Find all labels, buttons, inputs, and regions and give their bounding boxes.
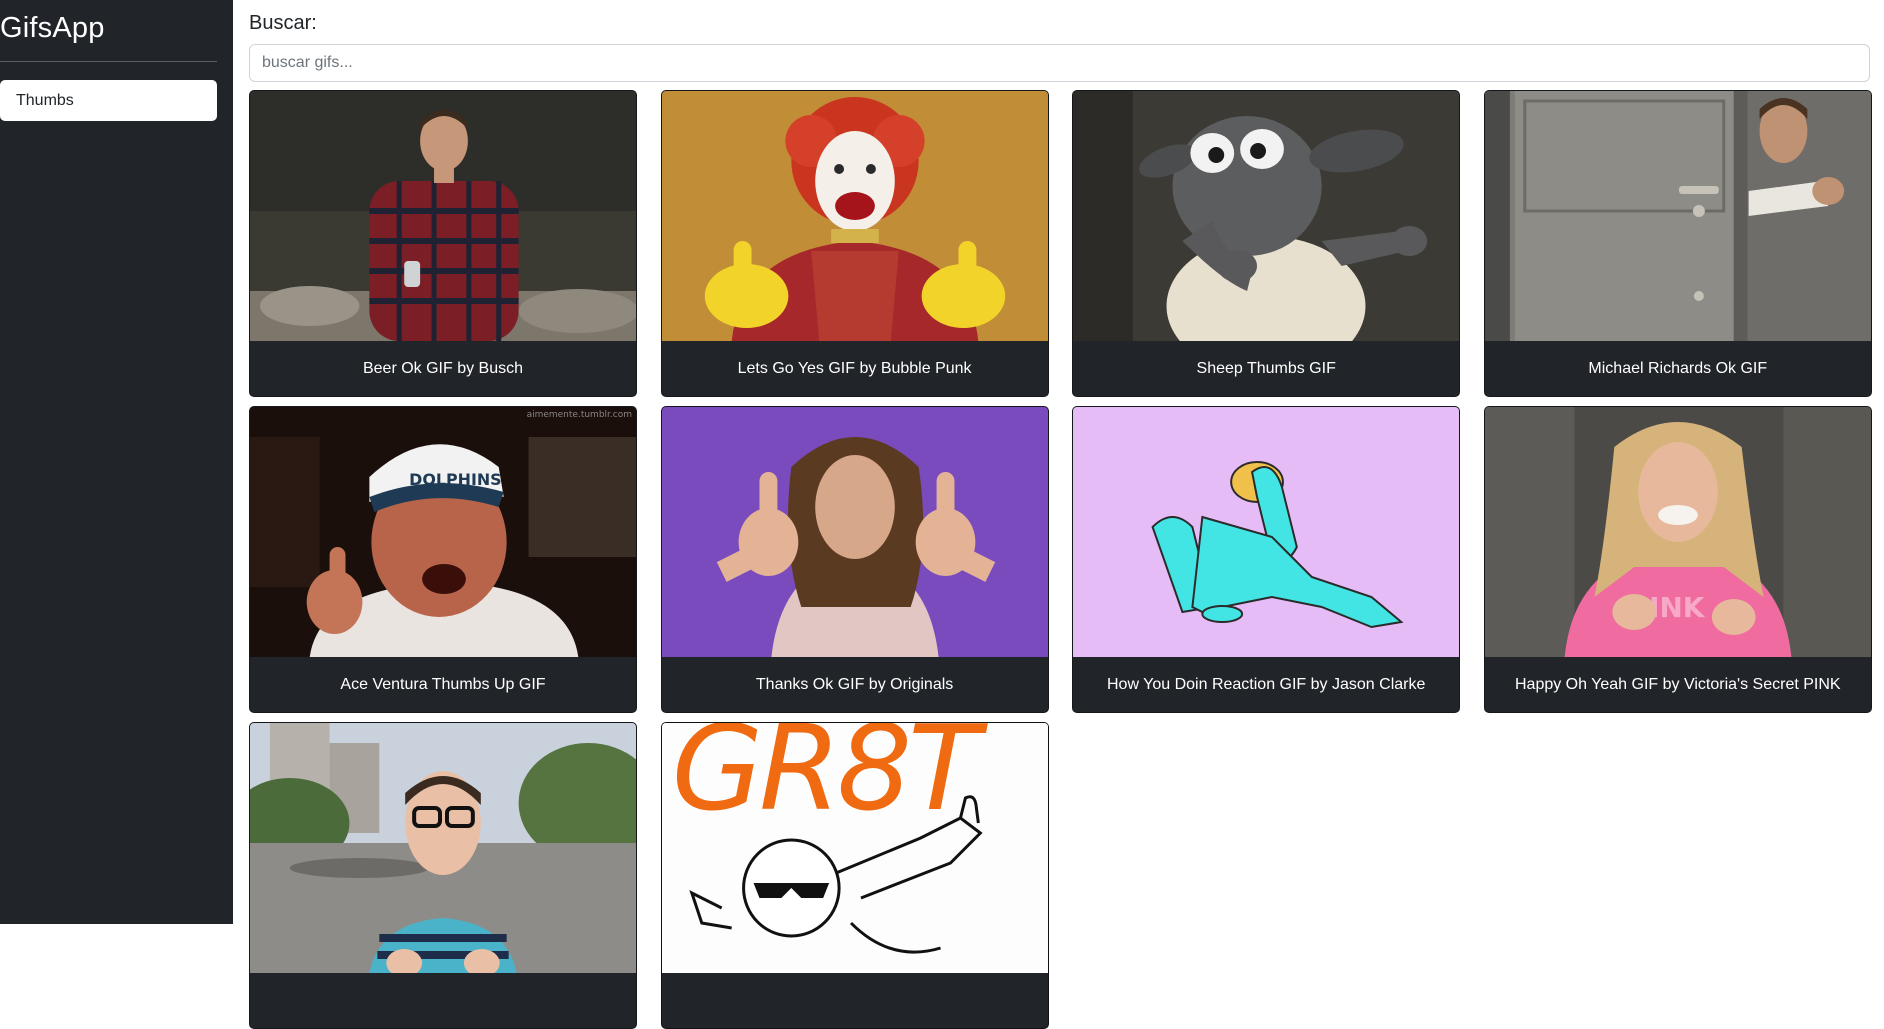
- gif-title: Beer Ok GIF by Busch: [362, 359, 524, 377]
- gif-card[interactable]: Lets Go Yes GIF by Bubble Punk: [660, 90, 1049, 397]
- gif-title: Lets Go Yes GIF by Bubble Punk: [737, 359, 972, 377]
- sidebar-item-thumbs[interactable]: Thumbs: [0, 80, 217, 121]
- gif-grid: Beer Ok GIF by Busch Lets Go Yes GIF by …: [249, 90, 1872, 1029]
- gif-title: [250, 973, 636, 1028]
- gif-card[interactable]: Michael Richards Ok GIF: [1483, 90, 1872, 397]
- gif-card[interactable]: Sheep Thumbs GIF: [1072, 90, 1461, 397]
- gif-image: GR8T: [661, 722, 1048, 973]
- main-content: Buscar: Beer: [249, 0, 1872, 1029]
- gif-watermark: aimemente.tumblr.com: [526, 410, 632, 420]
- gif-title: Sheep Thumbs GIF: [1196, 359, 1336, 377]
- sidebar-divider: [0, 61, 217, 62]
- gif-image: [1484, 91, 1871, 341]
- gif-image: [250, 723, 636, 973]
- gif-image: INK: [1484, 407, 1871, 657]
- gif-card[interactable]: Beer Ok GIF by Busch: [249, 90, 637, 397]
- svg-text:INK: INK: [1649, 591, 1706, 624]
- gif-card[interactable]: [249, 722, 637, 1029]
- gif-card[interactable]: GR8T: [660, 722, 1049, 1029]
- gif-image: [250, 91, 636, 341]
- gif-card[interactable]: Thanks Ok GIF by Originals: [660, 406, 1049, 713]
- gif-title: Happy Oh Yeah GIF by Victoria's Secret P…: [1514, 675, 1841, 693]
- sidebar: GifsApp Thumbs: [0, 0, 233, 924]
- gif-image-text: GR8T: [671, 722, 981, 837]
- gif-image: [661, 91, 1048, 341]
- search-input[interactable]: [249, 44, 1870, 82]
- gif-card[interactable]: DOLPHINS aimemente.tumblr.com Ace Ventur…: [249, 406, 637, 713]
- gif-image: DOLPHINS aimemente.tumblr.com: [250, 407, 636, 657]
- gif-title: Michael Richards Ok GIF: [1588, 359, 1768, 377]
- app-title: GifsApp: [0, 12, 105, 44]
- svg-text:DOLPHINS: DOLPHINS: [409, 470, 501, 489]
- gif-image: [661, 407, 1048, 657]
- gif-image: [1073, 91, 1460, 341]
- gif-title: Thanks Ok GIF by Originals: [755, 675, 954, 693]
- search-label: Buscar:: [249, 12, 317, 34]
- gif-card[interactable]: How You Doin Reaction GIF by Jason Clark…: [1072, 406, 1461, 713]
- gif-image: [1073, 407, 1460, 657]
- gif-title: How You Doin Reaction GIF by Jason Clark…: [1106, 675, 1426, 693]
- gif-card[interactable]: INK Happy Oh Yeah GIF by Victoria's Secr…: [1483, 406, 1872, 713]
- gif-title: Ace Ventura Thumbs Up GIF: [340, 675, 546, 693]
- gif-title: [662, 973, 1048, 1028]
